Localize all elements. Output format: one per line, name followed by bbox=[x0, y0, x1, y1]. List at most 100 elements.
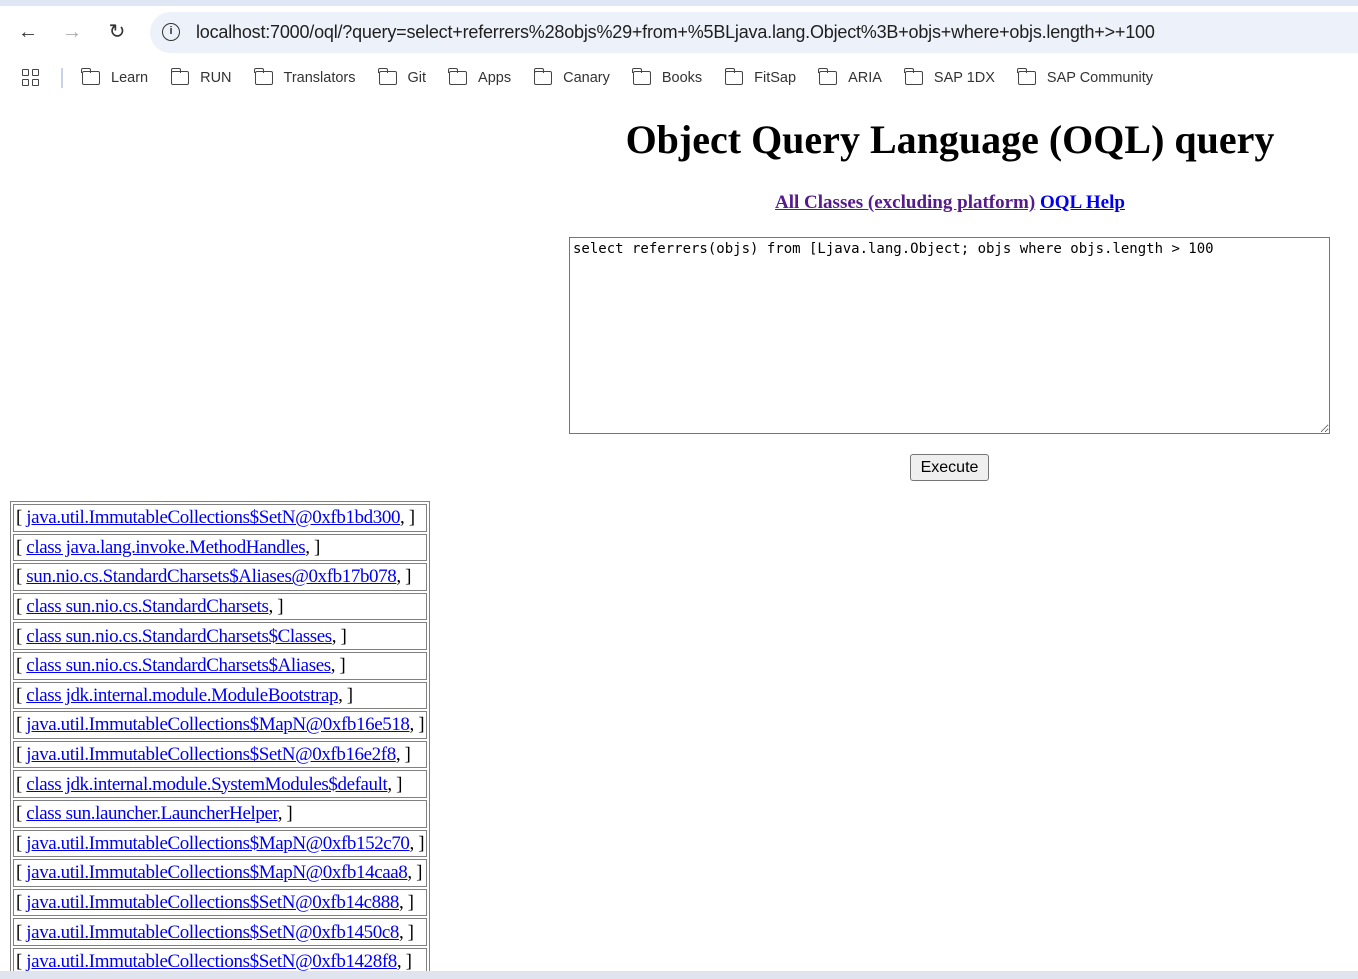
bookmark-item[interactable]: ARIA bbox=[818, 68, 882, 86]
bookmark-label: Git bbox=[407, 70, 427, 86]
bookmark-label: RUN bbox=[200, 70, 232, 86]
close-bracket: , ] bbox=[305, 536, 320, 558]
result-cell: [ java.util.ImmutableCollections$SetN@0x… bbox=[13, 918, 428, 946]
close-bracket: , ] bbox=[409, 714, 425, 736]
result-link[interactable]: class jdk.internal.module.ModuleBootstra… bbox=[26, 685, 338, 706]
bookmark-label: SAP Community bbox=[1046, 70, 1154, 86]
open-bracket: [ bbox=[16, 862, 27, 884]
result-cell: [ class jdk.internal.module.SystemModule… bbox=[13, 770, 428, 798]
bookmark-label: SAP 1DX bbox=[933, 70, 995, 86]
close-bracket: , ] bbox=[331, 625, 347, 647]
open-bracket: [ bbox=[16, 951, 27, 973]
forward-button[interactable]: → bbox=[60, 20, 84, 44]
table-row: [ java.util.ImmutableCollections$SetN@0x… bbox=[13, 504, 428, 532]
bookmark-item[interactable]: SAP 1DX bbox=[904, 68, 995, 86]
result-link[interactable]: java.util.ImmutableCollections$SetN@0xfb… bbox=[26, 922, 399, 943]
results-table: [ java.util.ImmutableCollections$SetN@0x… bbox=[10, 501, 431, 979]
folder-icon bbox=[377, 68, 397, 85]
result-cell: [ java.util.ImmutableCollections$SetN@0x… bbox=[13, 504, 428, 532]
table-row: [ class sun.nio.cs.StandardCharsets, ] bbox=[13, 592, 428, 621]
table-row: [ java.util.ImmutableCollections$SetN@0x… bbox=[13, 740, 428, 769]
open-bracket: [ bbox=[16, 507, 27, 529]
result-cell: [ java.util.ImmutableCollections$SetN@0x… bbox=[13, 888, 428, 917]
open-bracket: [ bbox=[16, 684, 27, 706]
open-bracket: [ bbox=[16, 832, 27, 854]
table-row: [ class java.lang.invoke.MethodHandles, … bbox=[13, 533, 428, 562]
table-row: [ sun.nio.cs.StandardCharsets$Aliases@0x… bbox=[13, 563, 428, 591]
result-link[interactable]: java.util.ImmutableCollections$SetN@0xfb… bbox=[26, 951, 397, 972]
tab-strip bbox=[0, 0, 1358, 6]
page-title: Object Query Language (OQL) query bbox=[625, 117, 1275, 162]
bookmark-item[interactable]: Translators bbox=[253, 68, 356, 86]
divider bbox=[61, 68, 63, 88]
open-bracket: [ bbox=[16, 714, 27, 736]
close-bracket: , ] bbox=[396, 566, 412, 588]
result-link[interactable]: java.util.ImmutableCollections$MapN@0xfb… bbox=[26, 833, 410, 854]
close-bracket: , ] bbox=[396, 951, 412, 973]
result-link[interactable]: java.util.ImmutableCollections$SetN@0xfb… bbox=[26, 507, 400, 528]
result-cell: [ java.util.ImmutableCollections$MapN@0x… bbox=[13, 711, 428, 739]
result-link[interactable]: sun.nio.cs.StandardCharsets$Aliases@0xfb… bbox=[26, 566, 396, 587]
address-bar[interactable]: i localhost:7000/oql/?query=select+refer… bbox=[150, 12, 1358, 53]
close-bracket: , ] bbox=[338, 684, 353, 706]
result-cell: [ class sun.nio.cs.StandardCharsets$Alia… bbox=[13, 651, 428, 680]
result-link[interactable]: class sun.nio.cs.StandardCharsets$Classe… bbox=[26, 626, 332, 647]
result-link[interactable]: java.util.ImmutableCollections$MapN@0xfb… bbox=[26, 714, 410, 735]
table-row: [ class sun.nio.cs.StandardCharsets$Alia… bbox=[13, 651, 428, 680]
result-cell: [ java.util.ImmutableCollections$MapN@0x… bbox=[13, 829, 428, 858]
result-cell: [ class java.lang.invoke.MethodHandles, … bbox=[13, 533, 428, 562]
bookmark-item[interactable]: SAP Community bbox=[1017, 68, 1154, 86]
result-link[interactable]: class sun.launcher.LauncherHelper bbox=[26, 803, 278, 824]
execute-button[interactable]: Execute bbox=[910, 454, 989, 481]
bookmark-label: Learn bbox=[111, 70, 149, 86]
folder-icon bbox=[533, 68, 553, 85]
reload-button[interactable]: ↻ bbox=[105, 20, 129, 44]
back-button[interactable]: ← bbox=[16, 20, 40, 44]
close-bracket: , ] bbox=[409, 832, 425, 854]
bookmark-item[interactable]: Apps bbox=[448, 68, 512, 86]
open-bracket: [ bbox=[16, 625, 27, 647]
oql-help-link[interactable]: OQL Help bbox=[1040, 192, 1125, 213]
result-cell: [ class sun.launcher.LauncherHelper, ] bbox=[13, 799, 428, 828]
info-icon[interactable]: i bbox=[162, 23, 180, 41]
bookmark-label: Canary bbox=[563, 70, 610, 86]
open-bracket: [ bbox=[16, 596, 27, 618]
result-link[interactable]: class jdk.internal.module.SystemModules$… bbox=[26, 774, 388, 795]
bookmark-item[interactable]: RUN bbox=[170, 68, 232, 86]
close-bracket: , ] bbox=[398, 892, 414, 914]
folder-icon bbox=[448, 68, 468, 85]
browser-chrome: ← → ↻ i localhost:7000/oql/?query=select… bbox=[0, 0, 1358, 100]
result-link[interactable]: java.util.ImmutableCollections$SetN@0xfb… bbox=[26, 744, 396, 765]
table-row: [ java.util.ImmutableCollections$SetN@0x… bbox=[13, 888, 428, 917]
result-link[interactable]: class java.lang.invoke.MethodHandles bbox=[26, 537, 305, 558]
bookmark-item[interactable]: Canary bbox=[533, 68, 610, 86]
bookmark-label: Translators bbox=[283, 70, 356, 86]
all-classes-link[interactable]: All Classes (excluding platform) bbox=[775, 192, 1035, 213]
result-cell: [ java.util.ImmutableCollections$SetN@0x… bbox=[13, 740, 428, 769]
table-row: [ java.util.ImmutableCollections$MapN@0x… bbox=[13, 711, 428, 739]
result-link[interactable]: class sun.nio.cs.StandardCharsets bbox=[26, 596, 269, 617]
bookmark-item[interactable]: FitSap bbox=[724, 68, 796, 86]
folder-icon bbox=[724, 68, 744, 85]
result-link[interactable]: java.util.ImmutableCollections$SetN@0xfb… bbox=[26, 892, 399, 913]
url-text[interactable]: localhost:7000/oql/?query=select+referre… bbox=[196, 22, 1155, 43]
table-row: [ class jdk.internal.module.ModuleBootst… bbox=[13, 681, 428, 710]
folder-icon bbox=[170, 68, 190, 85]
table-row: [ java.util.ImmutableCollections$SetN@0x… bbox=[13, 918, 428, 946]
bookmark-item[interactable]: Books bbox=[632, 68, 702, 86]
bookmark-label: Apps bbox=[478, 70, 512, 86]
open-bracket: [ bbox=[16, 892, 27, 914]
close-bracket: , ] bbox=[387, 773, 403, 795]
bookmark-item[interactable]: Git bbox=[377, 68, 427, 86]
status-strip bbox=[0, 971, 1358, 979]
folder-icon bbox=[818, 68, 838, 85]
apps-grid-icon[interactable] bbox=[22, 69, 40, 87]
table-row: [ java.util.ImmutableCollections$MapN@0x… bbox=[13, 829, 428, 858]
result-cell: [ java.util.ImmutableCollections$MapN@0x… bbox=[13, 859, 428, 887]
result-link[interactable]: class sun.nio.cs.StandardCharsets$Aliase… bbox=[26, 655, 331, 676]
bookmark-item[interactable]: Learn bbox=[81, 68, 149, 86]
result-cell: [ class jdk.internal.module.ModuleBootst… bbox=[13, 681, 428, 710]
table-row: [ class jdk.internal.module.SystemModule… bbox=[13, 770, 428, 798]
query-input[interactable]: select referrers(objs) from [Ljava.lang.… bbox=[569, 237, 1330, 434]
result-link[interactable]: java.util.ImmutableCollections$MapN@0xfb… bbox=[26, 862, 408, 883]
